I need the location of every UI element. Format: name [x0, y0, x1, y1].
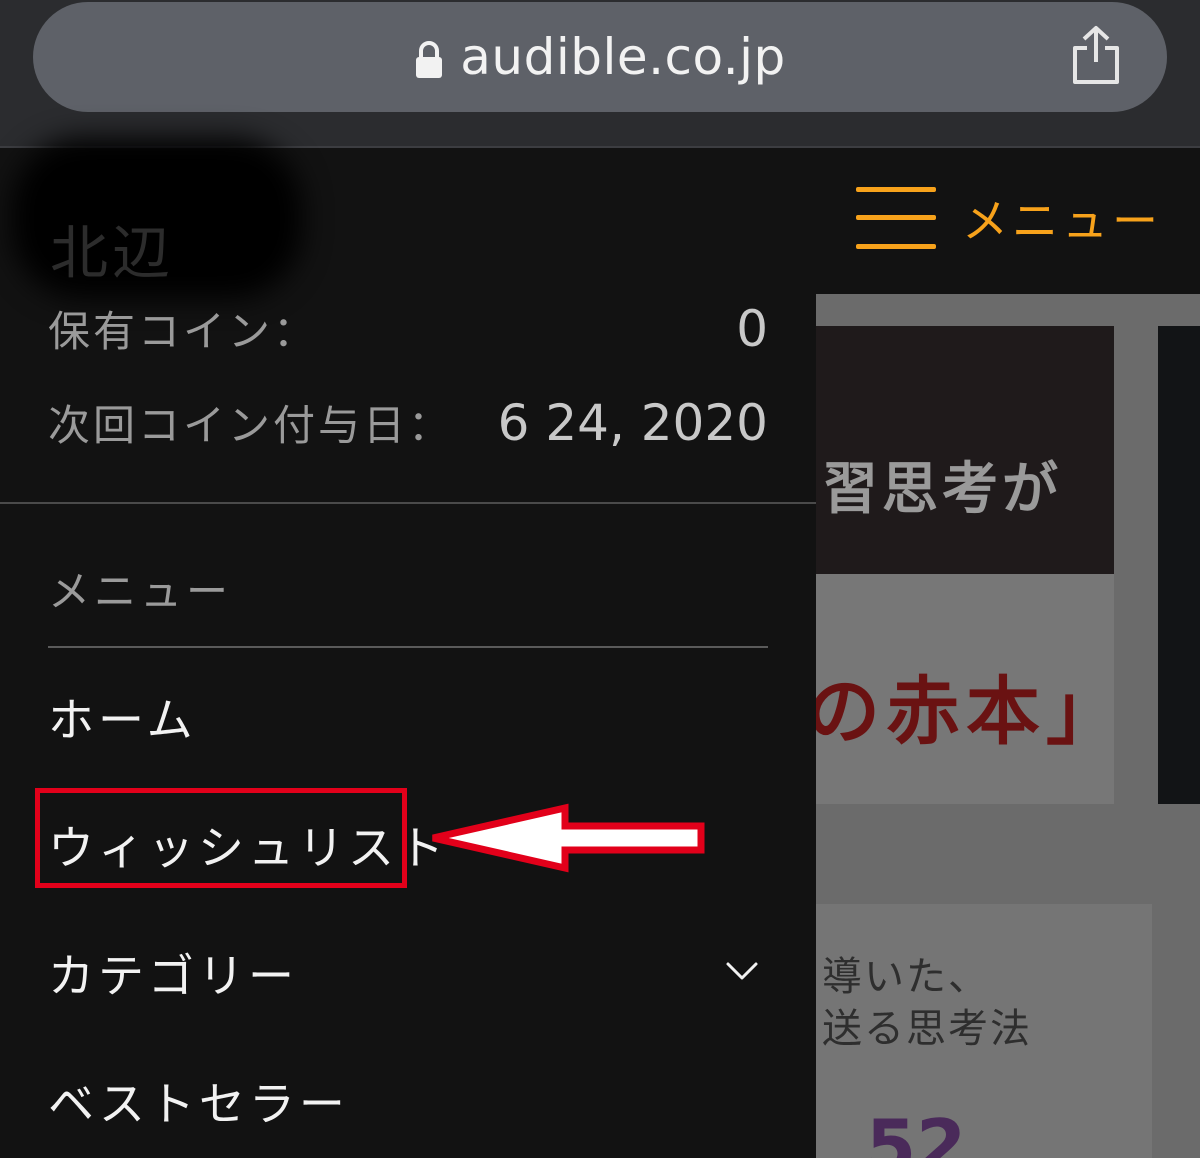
book-cover[interactable]: 習思考が の赤本」: [816, 326, 1114, 804]
nav-item-category[interactable]: カテゴリー: [48, 940, 298, 1006]
promo-text: 導いた、: [822, 954, 990, 1000]
user-name: 北辺: [50, 219, 175, 287]
share-icon[interactable]: [1069, 24, 1123, 86]
left-arrow-icon: [432, 803, 705, 873]
book-cover-red-title: の赤本」: [816, 669, 1114, 755]
menu-section-title: メニュー: [48, 567, 233, 616]
nav-item-bestseller[interactable]: ベストセラー: [48, 1068, 349, 1134]
annotation-highlight-box: [35, 788, 407, 888]
menu-button[interactable]: メニュー: [856, 185, 1162, 251]
chevron-down-icon[interactable]: [724, 960, 760, 982]
user-name-redacted: 北辺: [12, 138, 302, 298]
book-cover-title: 習思考が: [822, 457, 1062, 522]
promo-number: 52: [866, 1104, 967, 1158]
coins-value: 0: [736, 299, 768, 358]
page-content-dimmed: 習思考が の赤本」 導いた、 送る思考法 52: [816, 294, 1200, 1158]
divider: [0, 502, 816, 504]
menu-button-label: メニュー: [962, 194, 1162, 248]
browser-toolbar: audible.co.jp: [0, 0, 1200, 148]
coins-label: 保有コイン：: [48, 307, 319, 356]
promo-text: 送る思考法: [822, 1006, 1032, 1052]
next-coin-row: 次回コイン付与日： 6 24, 2020: [48, 392, 768, 453]
nav-item-home[interactable]: ホーム: [48, 684, 197, 750]
url-text: audible.co.jp: [460, 28, 786, 86]
side-drawer: 北辺 保有コイン： 0 次回コイン付与日： 6 24, 2020 メニュー ホー…: [0, 138, 816, 1158]
lock-icon: [416, 41, 443, 78]
coins-row: 保有コイン： 0: [48, 298, 768, 359]
next-coin-label: 次回コイン付与日：: [48, 401, 454, 450]
hamburger-icon: [856, 185, 936, 251]
promo-banner[interactable]: 導いた、 送る思考法 52: [816, 904, 1152, 1158]
next-coin-date: 6 24, 2020: [497, 393, 768, 452]
address-bar[interactable]: audible.co.jp: [33, 2, 1167, 112]
divider: [48, 646, 768, 648]
book-cover[interactable]: [1158, 326, 1200, 804]
